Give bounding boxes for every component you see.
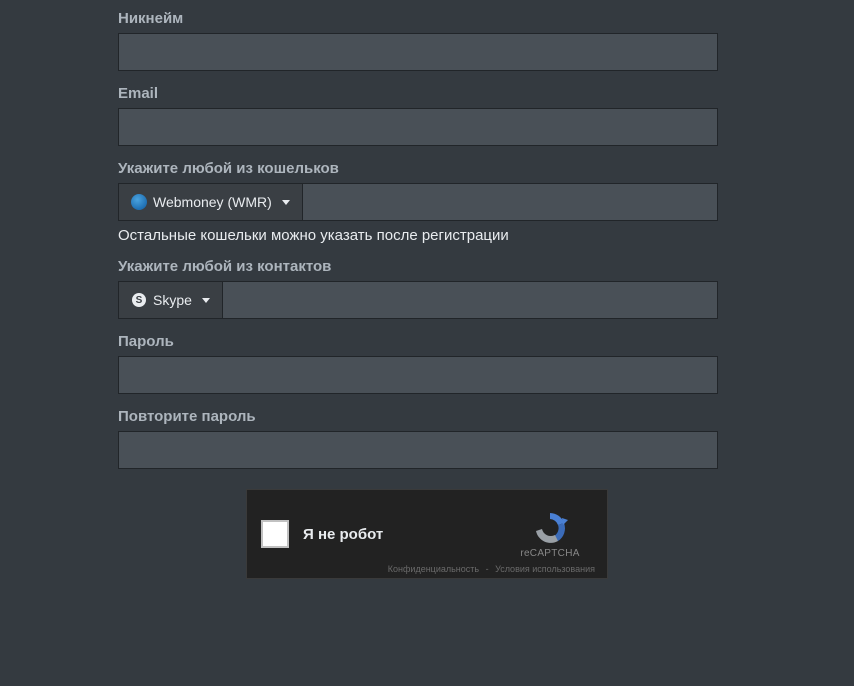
password-label: Пароль bbox=[118, 333, 736, 350]
password2-label: Повторите пароль bbox=[118, 408, 736, 425]
chevron-down-icon bbox=[282, 200, 290, 205]
password-input[interactable] bbox=[118, 356, 718, 394]
contact-dropdown-label: Skype bbox=[153, 292, 192, 308]
recaptcha-checkbox[interactable] bbox=[261, 520, 289, 548]
email-label: Email bbox=[118, 85, 736, 102]
recaptcha-widget: Я не робот reCAPTCHA Конфиденциальность … bbox=[246, 489, 608, 579]
recaptcha-label: Я не робот bbox=[303, 526, 507, 543]
contact-dropdown[interactable]: S Skype bbox=[118, 281, 223, 319]
wallet-group: Укажите любой из кошельков Webmoney (WMR… bbox=[118, 160, 736, 244]
password2-input[interactable] bbox=[118, 431, 718, 469]
password2-group: Повторите пароль bbox=[118, 408, 736, 469]
recaptcha-privacy-link[interactable]: Конфиденциальность bbox=[388, 564, 479, 574]
nickname-input[interactable] bbox=[118, 33, 718, 71]
recaptcha-brand-text: reCAPTCHA bbox=[507, 548, 593, 559]
nickname-group: Никнейм bbox=[118, 10, 736, 71]
chevron-down-icon bbox=[202, 298, 210, 303]
email-input[interactable] bbox=[118, 108, 718, 146]
contact-label: Укажите любой из контактов bbox=[118, 258, 736, 275]
recaptcha-terms-link[interactable]: Условия использования bbox=[495, 564, 595, 574]
wallet-input[interactable] bbox=[303, 183, 718, 221]
recaptcha-footer: Конфиденциальность - Условия использован… bbox=[386, 564, 597, 574]
webmoney-icon bbox=[131, 194, 147, 210]
email-group: Email bbox=[118, 85, 736, 146]
contact-input[interactable] bbox=[223, 281, 718, 319]
recaptcha-logo-icon bbox=[532, 510, 568, 546]
wallet-hint: Остальные кошельки можно указать после р… bbox=[118, 227, 736, 244]
wallet-dropdown[interactable]: Webmoney (WMR) bbox=[118, 183, 303, 221]
nickname-label: Никнейм bbox=[118, 10, 736, 27]
skype-icon: S bbox=[131, 292, 147, 308]
svg-text:S: S bbox=[136, 295, 143, 306]
recaptcha-brand-block: reCAPTCHA bbox=[507, 510, 593, 559]
wallet-dropdown-label: Webmoney (WMR) bbox=[153, 194, 272, 210]
password-group: Пароль bbox=[118, 333, 736, 394]
wallet-label: Укажите любой из кошельков bbox=[118, 160, 736, 177]
registration-form: Никнейм Email Укажите любой из кошельков… bbox=[0, 0, 854, 579]
captcha-container: Я не робот reCAPTCHA Конфиденциальность … bbox=[118, 489, 736, 579]
contact-group: Укажите любой из контактов S Skype bbox=[118, 258, 736, 319]
